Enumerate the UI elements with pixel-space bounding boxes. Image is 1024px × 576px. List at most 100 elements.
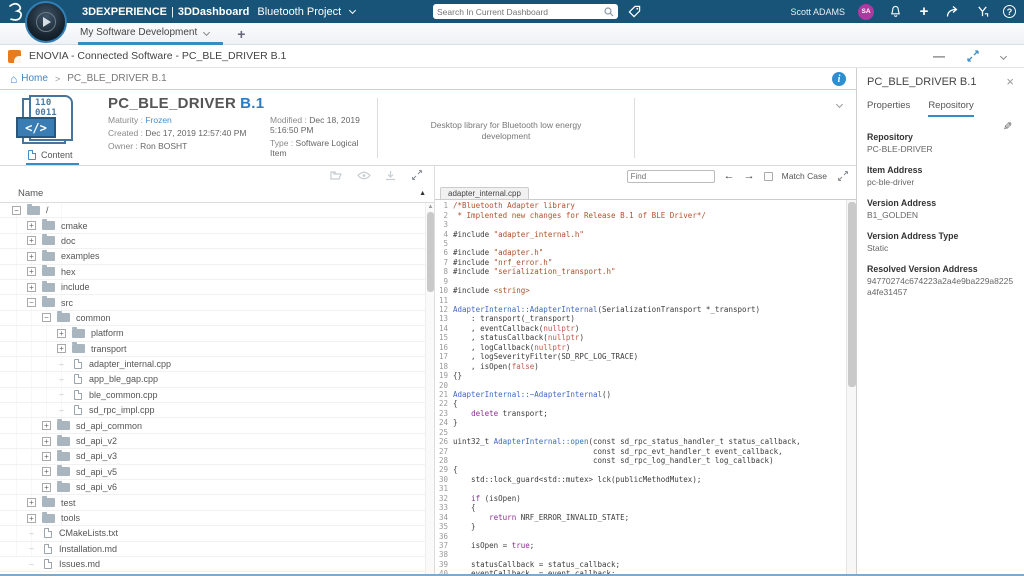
expand-expander-icon[interactable]: + — [42, 452, 51, 461]
topbar-search[interactable] — [433, 4, 618, 19]
tree-row[interactable]: +examples — [0, 249, 434, 264]
tree-item-label: platform — [91, 328, 124, 338]
info-icon[interactable]: i — [832, 72, 846, 86]
tag-icon[interactable] — [626, 3, 642, 19]
expand-expander-icon[interactable]: + — [27, 267, 36, 276]
3dexperience-compass-icon[interactable] — [25, 1, 67, 43]
expand-expander-icon[interactable]: + — [27, 221, 36, 230]
search-icon[interactable] — [604, 7, 614, 17]
find-input[interactable] — [627, 170, 715, 183]
collapse-expander-icon[interactable]: − — [42, 313, 51, 322]
tree-row[interactable]: +doc — [0, 234, 434, 249]
tree-row[interactable]: –Installation.md — [0, 542, 434, 557]
code-scrollbar[interactable] — [846, 200, 856, 574]
tree-row[interactable]: –adapter_internal.cpp — [0, 357, 434, 372]
collaboration-fork-icon[interactable] — [974, 4, 990, 20]
tree-row[interactable]: +include — [0, 280, 434, 295]
expand-expander-icon[interactable]: + — [27, 283, 36, 292]
find-next-icon[interactable]: → — [744, 171, 755, 181]
code-area[interactable]: 1/*Bluetooth Adapter library2 * Implente… — [435, 199, 856, 574]
avatar[interactable]: SA — [858, 4, 874, 20]
tree-row[interactable]: −common — [0, 311, 434, 326]
maturity-label: Maturity : — [108, 115, 143, 125]
find-previous-icon[interactable]: ← — [724, 171, 735, 181]
tab-chevron-down-icon[interactable] — [203, 28, 210, 35]
expand-expander-icon[interactable]: + — [42, 467, 51, 476]
open-folder-icon[interactable] — [330, 170, 343, 180]
tree-row[interactable]: –sd_rpc_impl.cpp — [0, 403, 434, 418]
tab-repository[interactable]: Repository — [928, 100, 973, 117]
notifications-bell-icon[interactable] — [887, 4, 903, 20]
tree-row[interactable]: +sd_api_v5 — [0, 465, 434, 480]
tree-row[interactable]: –CMakeLists.txt — [0, 526, 434, 541]
tree-row[interactable]: + sd_api_v3 — [0, 449, 434, 464]
tab-my-software-development[interactable]: My Software Development — [78, 23, 223, 45]
tree-row[interactable]: +sd_api_common — [0, 418, 434, 433]
help-icon[interactable]: ? — [1003, 5, 1016, 18]
tree-row[interactable]: +tools — [0, 511, 434, 526]
tree-item-label: sd_api_v3 — [76, 451, 117, 461]
tree-row[interactable]: +test — [0, 495, 434, 510]
tree-scrollbar[interactable]: ▲ — [425, 203, 434, 574]
tree-expand-icon[interactable] — [412, 170, 422, 180]
scroll-up-icon[interactable]: ▲ — [426, 203, 435, 211]
tree-row[interactable]: +transport — [0, 342, 434, 357]
tree-row[interactable]: –Issues.md — [0, 557, 434, 572]
code-expand-icon[interactable] — [838, 171, 848, 181]
tree-row[interactable]: –app_ble_gap.cpp — [0, 372, 434, 387]
expand-expander-icon[interactable]: + — [27, 236, 36, 245]
expand-expander-icon[interactable]: + — [57, 344, 66, 353]
line-number: 3 — [435, 220, 453, 229]
collapse-expander-icon[interactable]: − — [12, 206, 21, 215]
project-chevron-down-icon[interactable] — [349, 6, 356, 13]
match-case-checkbox[interactable] — [764, 172, 773, 181]
tree-row[interactable]: −src — [0, 295, 434, 310]
share-icon[interactable] — [945, 4, 961, 20]
code-text: std::lock_guard<std::mutex> lck(publicMe… — [453, 475, 701, 484]
tab-content[interactable]: Content — [26, 150, 79, 165]
sort-ascending-icon[interactable]: ▲ — [419, 190, 426, 197]
tree-row[interactable]: +sd_api_v6 — [0, 480, 434, 495]
widget-chevron-down-icon[interactable] — [1000, 52, 1007, 59]
expand-expander-icon[interactable]: + — [42, 483, 51, 492]
expand-expander-icon[interactable]: + — [57, 329, 66, 338]
expand-expander-icon[interactable]: + — [27, 252, 36, 261]
file-icon — [44, 559, 52, 569]
maturity-value[interactable]: Frozen — [145, 115, 171, 125]
tree-row[interactable]: + platform — [0, 326, 434, 341]
minimize-icon[interactable]: — — [933, 49, 945, 63]
preview-eye-icon[interactable] — [357, 171, 371, 180]
tree-row[interactable]: +cmake — [0, 218, 434, 233]
download-icon[interactable] — [385, 170, 396, 181]
tree-row[interactable]: +sd_api_v2 — [0, 434, 434, 449]
expand-expander-icon[interactable]: + — [42, 421, 51, 430]
breadcrumb-home-link[interactable]: ⌂ Home — [10, 72, 48, 86]
code-line: 30 std::lock_guard<std::mutex> lck(publi… — [435, 475, 846, 484]
code-line: 11 — [435, 295, 846, 304]
tab-properties[interactable]: Properties — [867, 100, 910, 117]
code-file-tab[interactable]: adapter_internal.cpp — [440, 187, 529, 199]
user-name[interactable]: Scott ADAMS — [790, 7, 845, 17]
tree-scroll-thumb[interactable] — [427, 212, 434, 292]
tree-row[interactable]: +hex — [0, 265, 434, 280]
collapse-expander-icon[interactable]: − — [27, 298, 36, 307]
expand-widget-icon[interactable] — [967, 50, 979, 62]
expand-expander-icon[interactable]: + — [27, 514, 36, 523]
tree-row[interactable]: –ble_common.cpp — [0, 388, 434, 403]
close-icon[interactable]: × — [1006, 77, 1014, 87]
tree-column-header[interactable]: Name ▲ — [0, 184, 434, 203]
expand-expander-icon[interactable]: + — [42, 437, 51, 446]
code-text: const sd_rpc_log_handler_t log_callback) — [453, 456, 774, 465]
code-text: uint32_t AdapterInternal::open(const sd_… — [453, 437, 801, 446]
dashboard-project-name[interactable]: Bluetooth Project — [257, 6, 341, 18]
edit-pencil-icon[interactable]: ✎ — [1003, 120, 1012, 133]
search-input[interactable] — [437, 7, 604, 17]
add-plus-icon[interactable]: + — [916, 4, 932, 20]
tree-row[interactable]: −/ — [0, 203, 434, 218]
code-scroll-thumb[interactable] — [848, 202, 856, 387]
field-label: Resolved Version Address — [867, 264, 1014, 274]
add-tab-button[interactable]: + — [237, 26, 245, 42]
code-text: if (isOpen) — [453, 494, 521, 503]
compass-play-icon[interactable] — [36, 12, 56, 32]
expand-expander-icon[interactable]: + — [27, 498, 36, 507]
